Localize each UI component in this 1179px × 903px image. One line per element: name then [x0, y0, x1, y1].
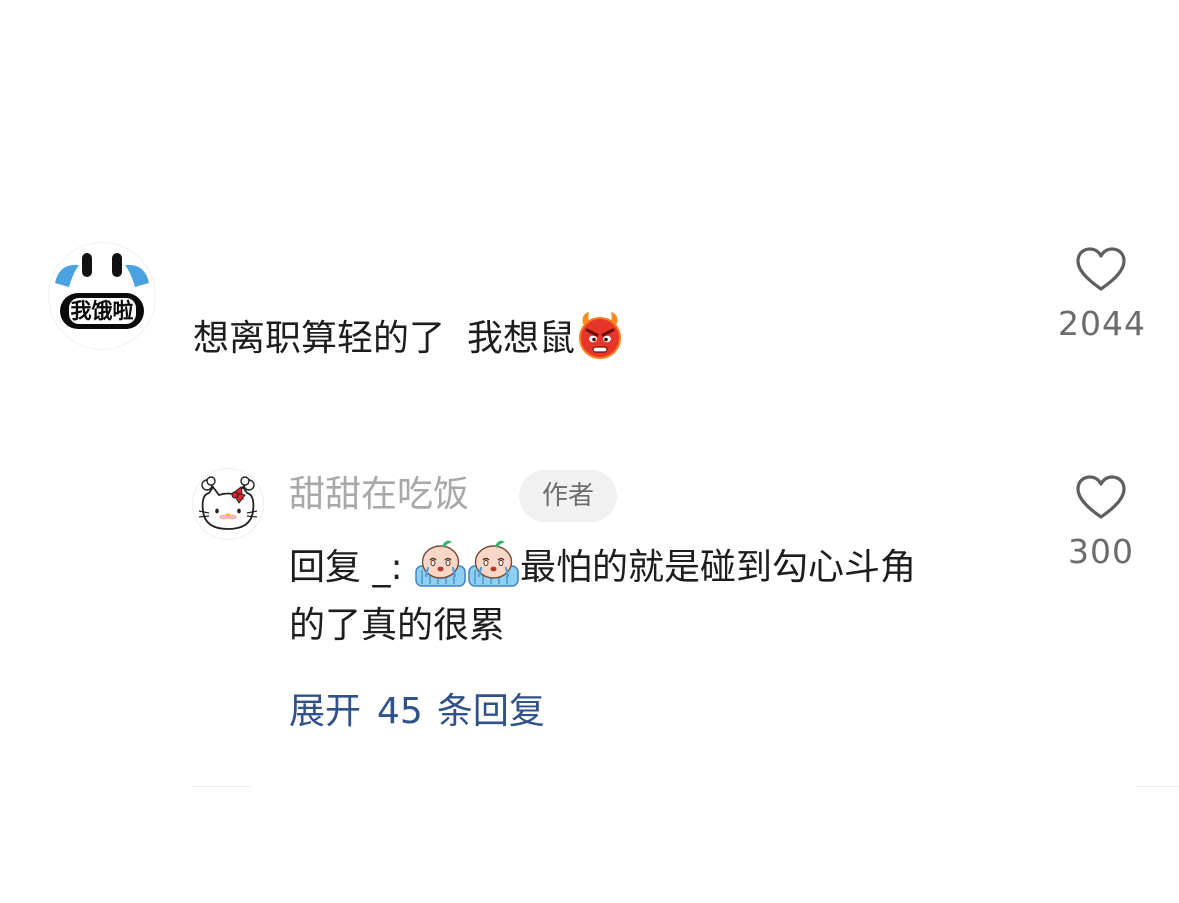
comment-like-count: 2044	[1058, 304, 1146, 343]
comment-text-part1: 想离职算轻的了	[193, 318, 446, 359]
comment-like[interactable]: 2044	[1058, 246, 1146, 344]
crying-peach-emoji-icon	[415, 540, 466, 587]
expand-label-before: 展开	[289, 691, 362, 732]
comment-body[interactable]: 想离职算轻的了 我想鼠	[193, 310, 625, 364]
expand-replies-button[interactable]: 展开 45 条回复	[289, 687, 545, 737]
divider	[193, 786, 250, 787]
reply-author-avatar[interactable]	[193, 469, 263, 539]
reply-author-name[interactable]: 甜甜在吃饭	[289, 470, 469, 520]
reply-prefix: 回复 _:	[289, 547, 403, 588]
avatar-label: 我饿啦	[60, 293, 144, 329]
kitty-face-icon	[198, 476, 258, 530]
comment-text-part2: 我想鼠	[467, 318, 576, 359]
reply-text-line2: 的了真的很累	[289, 605, 506, 646]
angry-devil-emoji-icon	[579, 312, 622, 359]
reply-like[interactable]: 300	[1058, 474, 1144, 572]
avatar-text: 我饿啦	[68, 298, 136, 324]
heart-icon[interactable]	[1075, 246, 1127, 292]
reply-text-line1: 最怕的就是碰到勾心斗角	[520, 547, 917, 588]
expand-label-after: 条回复	[436, 691, 545, 732]
author-badge: 作者	[519, 470, 617, 522]
heart-icon[interactable]	[1075, 474, 1127, 520]
reply-body[interactable]: 回复 _: 最怕的就是碰到勾心斗角 的了真的很累	[289, 536, 1019, 655]
expand-reply-count: 45	[377, 691, 423, 732]
crying-peach-emoji-icon	[468, 540, 519, 587]
reply-like-count: 300	[1068, 532, 1134, 571]
divider	[1137, 786, 1179, 787]
commenter-avatar[interactable]: 我饿啦	[49, 243, 155, 349]
